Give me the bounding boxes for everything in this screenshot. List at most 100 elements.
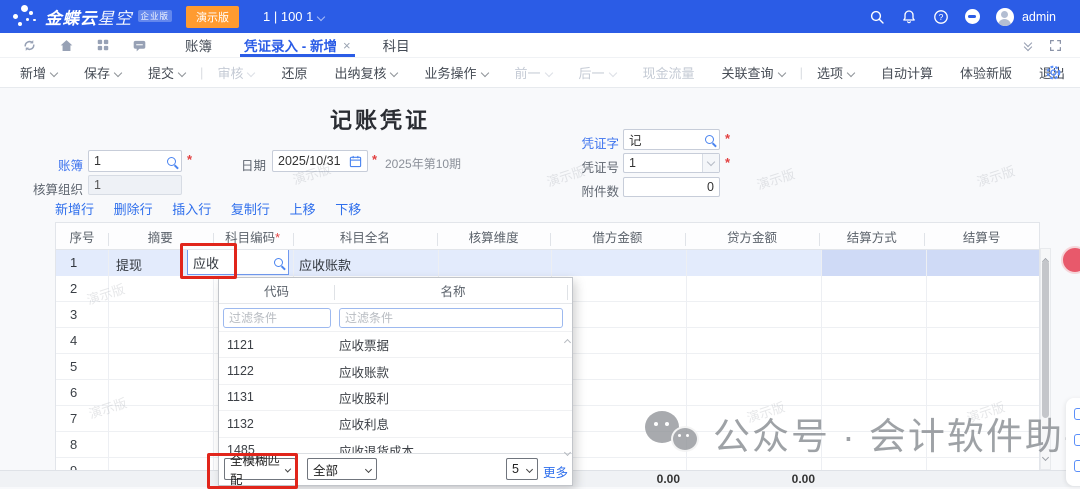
credit-total: 0.00 [735, 472, 815, 486]
chevron-down-icon[interactable] [702, 154, 719, 172]
dropdown-option[interactable]: 1131 应收股利 [219, 385, 572, 411]
toolbar-related-query-button[interactable]: 关联查询 [722, 63, 785, 82]
tab-accounts[interactable]: 科目 [383, 33, 410, 57]
apps-grid-icon[interactable] [96, 38, 110, 52]
brand-secondary: 星空 [98, 10, 133, 28]
page-size-select[interactable]: 5 [506, 458, 538, 480]
toolbar-restore-button[interactable]: 还原 [281, 63, 307, 82]
dropdown-option[interactable]: 1121 应收票据 [219, 332, 572, 358]
date-field[interactable]: 2025/10/31 [272, 150, 368, 172]
org-book-switcher[interactable]: 1 | 100 1 [263, 9, 324, 24]
row1-account-name[interactable]: 应收账款 [299, 255, 351, 274]
toolbar-cashier-review-button[interactable]: 出纳复核 [334, 63, 397, 82]
row1-seq: 1 [70, 255, 77, 270]
voucher-no-field[interactable]: 1 [623, 153, 720, 173]
col-header-dimension: 核算维度 [437, 227, 550, 246]
demo-version-badge: 演示版 [186, 6, 239, 28]
option-name: 应收票据 [334, 335, 389, 354]
dropdown-option[interactable]: 1122 应收账款 [219, 358, 572, 384]
dropdown-col-name: 名称 [334, 281, 572, 300]
required-asterisk: * [725, 155, 730, 170]
toolbar-submit-button[interactable]: 提交 [148, 63, 185, 82]
tab-label: 凭证录入 - 新增 [244, 35, 337, 55]
tab-account-books[interactable]: 账簿 [185, 33, 212, 57]
toolbar-save-button[interactable]: 保存 [84, 63, 121, 82]
tab-voucher-entry-new[interactable]: 凭证录入 - 新增 × [244, 33, 351, 57]
move-up-link[interactable]: 上移 [290, 202, 316, 217]
message-icon[interactable] [132, 38, 147, 53]
voucher-no-value: 1 [629, 156, 636, 170]
attachments-value: 0 [707, 180, 714, 194]
lookup-icon[interactable] [274, 258, 283, 267]
lookup-icon[interactable] [167, 157, 176, 166]
option-code: 1121 [219, 338, 334, 352]
toolbar-new-button[interactable]: 新增 [20, 63, 57, 82]
attachments-field[interactable]: 0 [623, 177, 720, 197]
top-bar: 金蝶云星空企业版 演示版 1 | 100 1 ? admin [0, 0, 1080, 33]
name-filter-input[interactable] [339, 308, 563, 328]
home-icon[interactable] [59, 38, 74, 53]
book-field[interactable]: 1 [88, 150, 182, 172]
calendar-icon[interactable] [349, 155, 362, 168]
required-asterisk: * [725, 131, 730, 146]
brand-primary: 金蝶云 [45, 10, 98, 28]
col-header-credit: 贷方金额 [685, 227, 820, 246]
scope-value: 全部 [313, 460, 338, 479]
toolbar-new-version-button[interactable]: 体验新版 [960, 63, 1012, 82]
tab-label: 账簿 [185, 35, 212, 55]
voucher-word-field[interactable]: 记 [623, 129, 720, 150]
toolbar-separator: | [800, 65, 803, 80]
toolbar-business-ops-button[interactable]: 业务操作 [424, 63, 487, 82]
dropdown-option[interactable]: 1132 应收利息 [219, 411, 572, 437]
close-icon[interactable]: × [343, 38, 351, 53]
voucher-no-label: 凭证号 [581, 157, 619, 176]
row-seq: 6 [70, 385, 77, 400]
account-code-text: 应收 [193, 253, 219, 272]
grid-header-row: 序号 摘要 科目编码* 科目全名 核算维度 借方金额 贷方金额 结算方式 结算号 [56, 223, 1039, 250]
toolbar-prev-button: 前一 [515, 63, 552, 82]
voucher-word-label[interactable]: 凭证字 [581, 133, 619, 152]
toolbar-options-button[interactable]: 选项 [817, 63, 854, 82]
dropdown-footer: 全模糊匹配 全部 5 更多 [219, 453, 572, 485]
collapse-toolbar-icon[interactable] [1025, 40, 1031, 50]
bell-icon[interactable] [901, 9, 917, 25]
row-actions: 新增行 删除行 插入行 复制行 上移 下移 [55, 199, 377, 218]
gear-icon[interactable] [1045, 64, 1062, 81]
eye-protection-toggle-icon[interactable] [965, 9, 980, 24]
required-asterisk: * [275, 231, 280, 245]
username[interactable]: admin [1022, 10, 1056, 24]
period-text: 2025年第10期 [385, 155, 461, 172]
copy-row-link[interactable]: 复制行 [231, 202, 270, 217]
row-seq: 8 [70, 437, 77, 452]
fullscreen-icon[interactable] [1049, 39, 1062, 52]
col-header-summary: 摘要 [108, 227, 213, 246]
demo-watermark: 演示版 [754, 163, 797, 193]
row1-summary[interactable]: 提现 [116, 255, 142, 274]
scrollbar-thumb[interactable] [1042, 260, 1049, 418]
help-icon[interactable]: ? [933, 9, 949, 25]
scope-select[interactable]: 全部 [307, 458, 377, 480]
search-icon[interactable] [869, 9, 885, 25]
more-link[interactable]: 更多 [543, 462, 568, 481]
floating-panel[interactable] [1066, 398, 1080, 486]
delete-row-link[interactable]: 删除行 [114, 202, 153, 217]
add-row-link[interactable]: 新增行 [55, 202, 94, 217]
org-label: 核算组织 [13, 179, 83, 198]
selected-row-highlight-dark [821, 250, 1039, 276]
vertical-scrollbar[interactable] [1040, 248, 1051, 470]
insert-row-link[interactable]: 插入行 [172, 202, 211, 217]
code-filter-input[interactable] [223, 308, 331, 328]
col-header-settle-method: 结算方式 [819, 227, 924, 246]
book-label[interactable]: 账簿 [25, 155, 83, 174]
toolbar-autocalc-button[interactable]: 自动计算 [881, 63, 933, 82]
match-mode-select[interactable]: 全模糊匹配 [224, 458, 296, 480]
lookup-icon[interactable] [705, 135, 714, 144]
sync-icon[interactable] [22, 38, 37, 53]
toolbar-separator: | [200, 65, 203, 80]
floating-badge[interactable] [1061, 246, 1080, 274]
account-code-editor[interactable]: 应收 [187, 250, 289, 275]
avatar[interactable] [996, 8, 1014, 26]
move-down-link[interactable]: 下移 [335, 202, 361, 217]
org-value: 1 [94, 178, 101, 192]
account-lookup-dropdown: 代码 名称 1121 应收票据 1122 应收账款 1131 应收股利 1132… [218, 277, 573, 486]
